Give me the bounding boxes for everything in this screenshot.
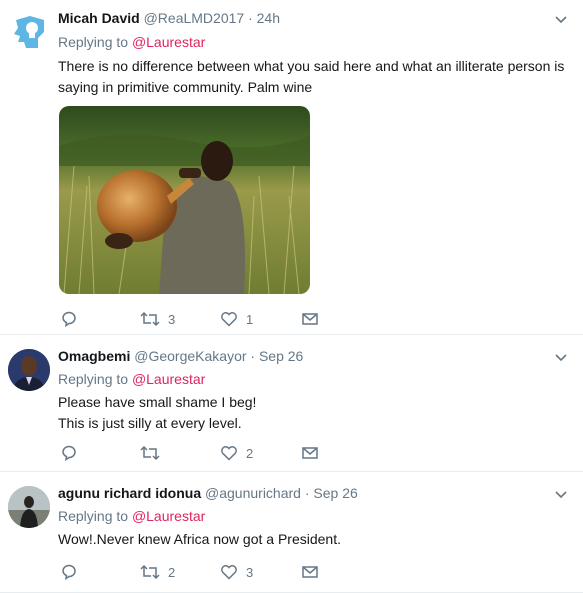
envelope-icon [302, 313, 318, 325]
photo-man-drinking-palm-wine [59, 106, 310, 294]
tweet-text-line: This is just silly at every level. [58, 415, 242, 431]
reply-icon [62, 311, 76, 328]
tweet[interactable]: agunu richard idonua @agunurichard · Sep… [0, 472, 583, 593]
like-button[interactable]: 1 [220, 310, 253, 328]
tweet-text: There is no difference between what you … [58, 56, 564, 98]
replying-to: Replying to @Laurestar [58, 371, 205, 387]
like-count: 1 [246, 311, 254, 327]
tweet-text-line: Please have small shame I beg! [58, 394, 257, 410]
timestamp[interactable]: · Sep 26 [250, 348, 303, 364]
like-button[interactable]: 2 [220, 444, 253, 462]
retweet-button[interactable]: 3 [140, 310, 175, 328]
tweet-text: Please have small shame I beg! This is j… [58, 392, 256, 434]
envelope-icon [302, 566, 318, 578]
envelope-icon [302, 447, 318, 459]
tweet-photo[interactable] [59, 106, 310, 294]
timestamp[interactable]: · Sep 26 [305, 485, 358, 501]
retweet-count: 3 [168, 311, 176, 327]
retweet-icon [140, 564, 160, 580]
avatar[interactable] [8, 486, 50, 528]
retweet-button[interactable]: 2 [140, 563, 175, 581]
replying-to-label: Replying to [58, 371, 129, 387]
avatar[interactable] [8, 349, 50, 391]
chevron-down-icon[interactable] [553, 487, 569, 503]
like-button[interactable]: 3 [220, 563, 253, 581]
retweet-count: 2 [168, 564, 176, 580]
avatar-photo [8, 486, 50, 528]
tweet-text: Wow!.Never knew Africa now got a Preside… [58, 529, 341, 550]
author-handle[interactable]: @ReaLMD2017 [144, 10, 245, 26]
like-count: 2 [246, 445, 254, 461]
dm-button[interactable] [301, 444, 319, 462]
tweet-text-line: Wow!.Never knew Africa now got a Preside… [58, 531, 341, 547]
tweet[interactable]: Micah David @ReaLMD2017 · 24h Replying t… [0, 0, 583, 335]
mention-link[interactable]: @Laurestar [132, 371, 205, 387]
dm-button[interactable] [301, 563, 319, 581]
author-name[interactable]: agunu richard idonua [58, 485, 201, 501]
tweet-actions: 2 3 [60, 563, 340, 583]
dm-button[interactable] [301, 310, 319, 328]
reply-icon [62, 564, 76, 581]
mention-link[interactable]: @Laurestar [132, 34, 205, 50]
tweet-text-line: saying in primitive community. Palm wine [58, 79, 313, 95]
chevron-down-icon[interactable] [553, 12, 569, 28]
reply-button[interactable] [60, 563, 86, 581]
mention-link[interactable]: @Laurestar [132, 508, 205, 524]
author-handle[interactable]: @agunurichard [205, 485, 301, 501]
tweet-text-line: There is no difference between what you … [58, 58, 565, 74]
reply-button[interactable] [60, 444, 86, 462]
retweet-icon [140, 445, 160, 461]
avatar-photo [8, 349, 50, 391]
replying-to-label: Replying to [58, 508, 129, 524]
heart-icon [221, 312, 237, 327]
timestamp[interactable]: · 24h [248, 10, 280, 26]
retweet-icon [140, 311, 160, 327]
tweet[interactable]: Omagbemi @GeorgeKakayor · Sep 26 Replyin… [0, 335, 583, 472]
chevron-down-icon[interactable] [553, 350, 569, 366]
author-name[interactable]: Micah David [58, 10, 140, 26]
avatar[interactable] [8, 10, 50, 52]
replying-to: Replying to @Laurestar [58, 34, 205, 50]
default-avatar-icon [14, 16, 44, 48]
replying-to-label: Replying to [58, 34, 129, 50]
author-handle[interactable]: @GeorgeKakayor [134, 348, 246, 364]
replying-to: Replying to @Laurestar [58, 508, 205, 524]
heart-icon [221, 446, 237, 461]
retweet-button[interactable] [140, 444, 168, 462]
author-name[interactable]: Omagbemi [58, 348, 130, 364]
heart-icon [221, 565, 237, 580]
tweet-actions: 2 [60, 444, 340, 464]
reply-icon [62, 445, 76, 462]
reply-button[interactable] [60, 310, 86, 328]
like-count: 3 [246, 564, 254, 580]
tweet-actions: 3 1 [60, 310, 340, 330]
